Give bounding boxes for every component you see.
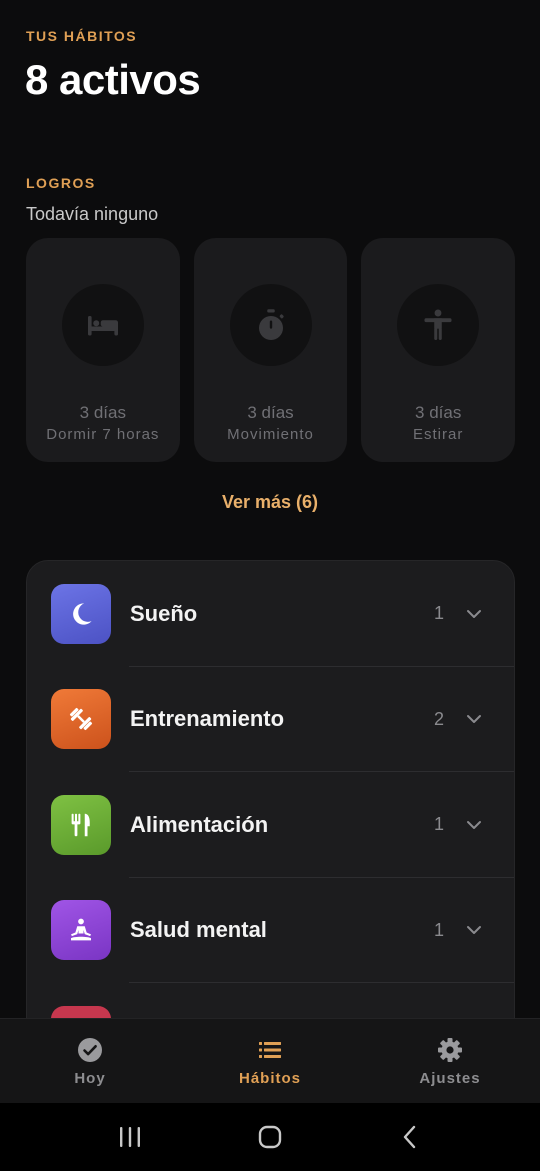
category-row-sleep[interactable]: Sueño 1 [27, 561, 514, 667]
category-count: 1 [433, 814, 444, 835]
achievement-card[interactable]: 3 días Dormir 7 horas [26, 238, 180, 462]
nav-label: Hoy [74, 1069, 106, 1087]
category-icon-tile [51, 583, 111, 644]
person-stretch-icon [424, 309, 452, 340]
achievement-icon-circle [397, 284, 480, 366]
see-more-link[interactable]: Ver más (6) [0, 492, 540, 513]
habit-categories-list: Sueño 1 Entrenamiento 2 Alimentación 1 S… [26, 560, 515, 1080]
category-count: 1 [433, 603, 444, 624]
nav-label: Ajustes [419, 1069, 481, 1087]
gear-icon [438, 1037, 462, 1062]
achievement-days: 3 días [415, 403, 462, 422]
back-button[interactable] [390, 1117, 430, 1157]
achievement-card[interactable]: 3 días Movimiento [193, 238, 348, 462]
bed-icon [87, 316, 118, 336]
chevron-down-icon[interactable] [464, 920, 484, 940]
check-circle-icon [78, 1037, 102, 1062]
category-row-food[interactable]: Alimentación 1 [27, 772, 514, 878]
achievement-name: Estirar [413, 426, 464, 443]
list-icon [259, 1041, 281, 1058]
nav-label: Hábitos [238, 1069, 301, 1087]
chevron-down-icon[interactable] [464, 604, 484, 624]
achievement-name: Dormir 7 horas [46, 426, 160, 443]
category-label: Salud mental [130, 917, 267, 943]
category-row-mental-health[interactable]: Salud mental 1 [27, 878, 514, 983]
home-button[interactable] [250, 1117, 290, 1157]
achievement-days: 3 días [247, 403, 294, 422]
category-count: 2 [433, 708, 444, 729]
utensils-icon [71, 813, 90, 836]
back-icon [403, 1125, 416, 1149]
section-eyebrow-habits: TUS HÁBITOS [26, 28, 138, 44]
achievements-status: Todavía ninguno [26, 204, 159, 224]
category-label: Alimentación [130, 811, 269, 837]
moon-icon [73, 603, 92, 625]
dumbbell-icon [69, 708, 93, 731]
system-navigation-bar [0, 1103, 540, 1171]
achievement-days: 3 días [79, 403, 126, 422]
category-icon-tile [51, 794, 111, 855]
category-icon-tile [51, 900, 111, 961]
bottom-navigation: Hoy Hábitos Ajustes [0, 1018, 540, 1103]
home-icon [258, 1125, 282, 1149]
category-row-training[interactable]: Entrenamiento 2 [27, 667, 514, 772]
category-count: 1 [433, 919, 444, 940]
category-label: Entrenamiento [130, 706, 285, 732]
achievement-name: Movimiento [227, 426, 314, 443]
category-icon-tile [51, 689, 111, 750]
achievement-icon-circle [229, 284, 312, 366]
nav-item-settings[interactable]: Ajustes [360, 1019, 540, 1103]
stopwatch-icon [258, 309, 284, 340]
achievement-card[interactable]: 3 días Estirar [361, 238, 516, 462]
nav-item-habits[interactable]: Hábitos [180, 1019, 360, 1103]
meditation-icon [71, 918, 91, 941]
habits-screen: TUS HÁBITOS 8 activos LOGROS Todavía nin… [0, 0, 540, 1171]
category-label: Sueño [130, 600, 198, 626]
page-title: 8 activos [25, 56, 201, 103]
achievement-icon-circle [61, 284, 144, 366]
section-eyebrow-achievements: LOGROS [26, 175, 96, 191]
achievements-row: 3 días Dormir 7 horas 3 días Movimiento [26, 238, 516, 462]
nav-item-today[interactable]: Hoy [0, 1019, 180, 1103]
chevron-down-icon[interactable] [464, 815, 484, 835]
recent-apps-icon [120, 1127, 140, 1147]
chevron-down-icon[interactable] [464, 709, 484, 729]
recent-apps-button[interactable] [110, 1117, 150, 1157]
